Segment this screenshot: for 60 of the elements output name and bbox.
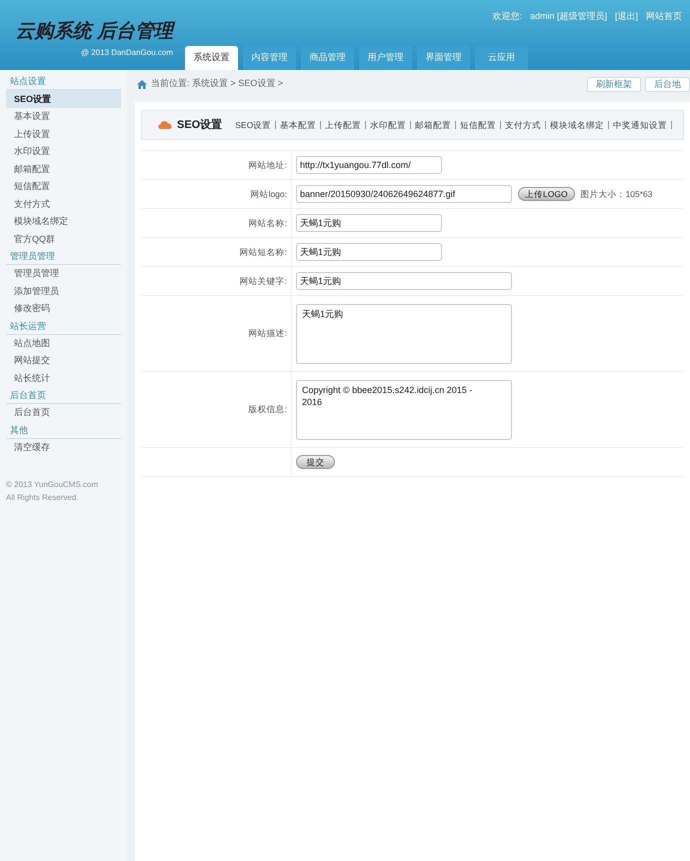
field-label: 网站logo: bbox=[250, 188, 287, 200]
cloud-icon bbox=[158, 121, 172, 129]
panel-title: SEO设置 bbox=[177, 118, 222, 133]
toolbar-button[interactable]: 后台地 bbox=[645, 76, 690, 92]
settings-link[interactable]: 上传配置 bbox=[325, 118, 362, 132]
settings-link[interactable]: SEO设置 bbox=[235, 118, 272, 132]
settings-link[interactable]: 支付方式 bbox=[505, 118, 542, 132]
sidebar-group-title: 后台首页 bbox=[6, 387, 121, 404]
welcome-label: 欢迎您: bbox=[492, 10, 522, 23]
field-label: 网站短名称: bbox=[240, 246, 287, 258]
sidebar-item[interactable]: 后台首页 bbox=[6, 404, 121, 422]
text-field[interactable]: http://tx1yuangou.77dl.com/ bbox=[296, 156, 442, 174]
logo-subtitle: @ 2013 DanDanGou.com bbox=[80, 46, 173, 58]
field-label: 网站描述: bbox=[248, 327, 287, 340]
sidebar-item[interactable]: 水印设置 bbox=[6, 143, 121, 160]
settings-link[interactable]: 短信配置 bbox=[460, 118, 496, 132]
logo-title: 云购系统 后台管理 bbox=[16, 18, 173, 46]
submit-button[interactable]: 提交 bbox=[296, 455, 335, 469]
settings-link[interactable]: 模块域名绑定 bbox=[550, 118, 604, 132]
sidebar-item[interactable]: 站长统计 bbox=[6, 370, 121, 387]
text-field[interactable]: 天蝎1元购 bbox=[296, 243, 442, 261]
field-label: 网站名称: bbox=[248, 216, 287, 230]
sidebar-group-title: 管理员管理 bbox=[6, 248, 121, 265]
upload-button[interactable]: 上传LOGO bbox=[518, 187, 575, 201]
text-field[interactable]: banner/20150930/24062649624877.gif bbox=[296, 185, 512, 203]
sidebar-item[interactable]: 网站提交 bbox=[6, 352, 121, 370]
copyright-text: All Rights Reserved. bbox=[6, 492, 80, 504]
field-label: 网站关键字: bbox=[240, 274, 287, 288]
text-field[interactable]: 天蝎1元购 bbox=[296, 272, 512, 290]
text-field[interactable]: 天蝎1元购 bbox=[296, 214, 442, 232]
image-size-note: 图片大小：105*63 bbox=[580, 188, 653, 200]
settings-link[interactable]: 基本配置 bbox=[280, 118, 316, 132]
sidebar-item[interactable]: 邮箱配置 bbox=[6, 160, 121, 178]
sidebar-group-title: 其他 bbox=[6, 422, 121, 438]
sidebar-item[interactable]: 管理员管理 bbox=[6, 265, 121, 282]
sidebar-item[interactable]: 上传设置 bbox=[6, 126, 121, 143]
toolbar-button[interactable]: 刷新框架 bbox=[587, 76, 641, 92]
sidebar-item[interactable]: 添加管理员 bbox=[6, 282, 121, 300]
sidebar-item[interactable]: 模块域名绑定 bbox=[6, 213, 121, 230]
breadcrumb: 当前位置: 系统设置 > SEO设置 > bbox=[151, 77, 284, 90]
settings-link[interactable]: 邮箱配置 bbox=[415, 118, 452, 132]
text-area[interactable]: 天蝎1元购 bbox=[296, 304, 512, 364]
settings-link[interactable]: 水印配置 bbox=[370, 118, 406, 132]
sidebar-item[interactable]: 清空缓存 bbox=[6, 438, 121, 456]
sidebar-item[interactable]: 修改密码 bbox=[6, 300, 121, 318]
sidebar-item[interactable]: 官方QQ群 bbox=[6, 230, 121, 248]
user-name: admin [超级管理员] bbox=[530, 10, 607, 23]
sidebar-group-title: 站长运营 bbox=[6, 318, 121, 334]
home-icon bbox=[137, 80, 147, 88]
copyright-text: © 2013 YunGouCMS.com bbox=[6, 479, 100, 491]
sidebar-item[interactable]: 基本设置 bbox=[6, 108, 121, 126]
text-area[interactable]: Copyright © bbee2015.s242.idcij.cn 2015 - 2016 bbox=[296, 380, 512, 440]
sidebar-item[interactable]: 站点地图 bbox=[6, 334, 121, 352]
field-label: 网站地址: bbox=[248, 158, 287, 172]
nav-tab[interactable]: 系统设置 bbox=[185, 46, 238, 70]
settings-link[interactable]: 中奖通知设置 bbox=[613, 118, 668, 132]
sidebar-item[interactable]: 支付方式 bbox=[6, 196, 121, 213]
sidebar-item[interactable]: 短信配置 bbox=[6, 178, 121, 196]
sidebar-item[interactable]: SEO设置 bbox=[6, 90, 121, 108]
field-label: 版权信息: bbox=[248, 403, 287, 416]
